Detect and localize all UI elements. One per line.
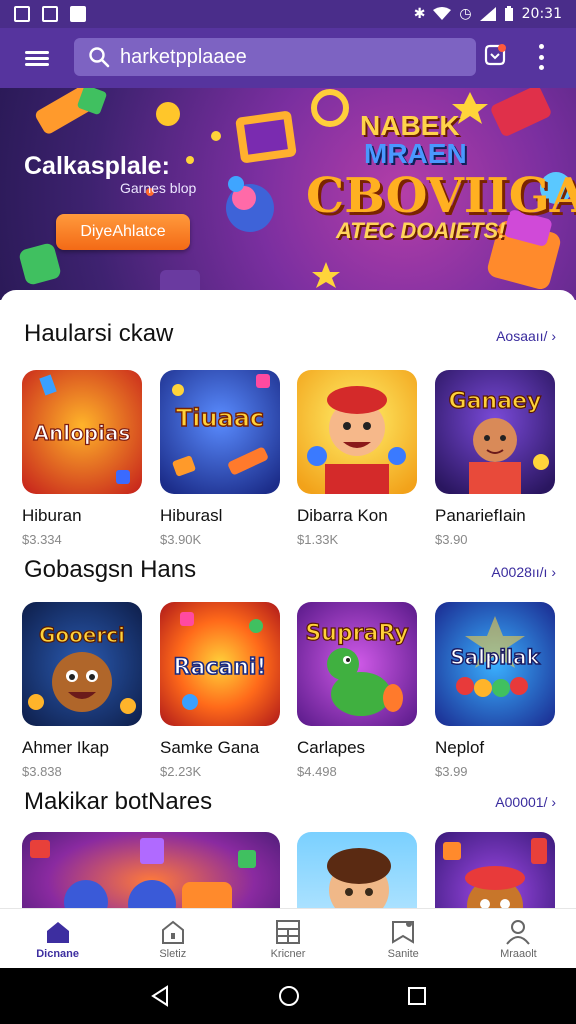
game-name: Dibarra Kon (297, 506, 388, 525)
home-icon (46, 921, 69, 943)
game-art-title: Racani! (174, 655, 267, 680)
game-tile-racani-icon: Racani! (160, 602, 280, 726)
game-art-title: Gooerci (39, 623, 125, 647)
system-icons: ✱ ◷ 20:31 (414, 6, 562, 22)
nav-item-bookmark[interactable]: Sanite (346, 909, 461, 968)
profile-icon (506, 919, 531, 945)
banner-logo-big: CBOVIIGAS (306, 168, 576, 224)
game-name: PanariefIain (435, 506, 526, 525)
game-art-title: Salpilak (450, 645, 540, 669)
banner-logo-small: ATEC DOAIETS! (336, 218, 506, 243)
grid-icon (276, 919, 300, 944)
game-art-title: Ganaey (449, 389, 542, 414)
section-title-1: Haularsi ckaw (24, 320, 174, 347)
game-art-title: SupraRy (305, 621, 408, 646)
bottom-navigation: Dicnane Sletiz Kricner Sanite Mraaolt (0, 908, 576, 968)
section-see-all-3[interactable]: A00001/ › (495, 794, 556, 810)
game-card[interactable] (435, 832, 557, 908)
game-price: $3.99 (435, 764, 468, 779)
game-card[interactable]: Ganaey PanariefIain $3.90 (435, 370, 557, 547)
photo-notification-icon (42, 6, 58, 22)
game-card[interactable]: Tiuaac Hiburasl $3.90K (160, 370, 282, 547)
game-name: Hiburan (22, 506, 82, 525)
search-icon (89, 47, 110, 68)
alarm-icon: ◷ (459, 6, 472, 22)
nav-label: Sanite (387, 947, 419, 960)
game-tile-space-icon (22, 832, 280, 908)
battery-icon (504, 6, 513, 21)
banner-logo-line2: MRAEN (364, 138, 467, 169)
banner-cta-button[interactable]: DiyeAhlatce (56, 214, 190, 250)
game-tile-cookie-icon: Gooerci (22, 602, 142, 726)
section-see-all-2[interactable]: A0028ıı/ı › (491, 564, 556, 580)
game-art-title: Anlopias (34, 421, 131, 445)
game-name: Hiburasl (160, 506, 223, 525)
game-tile-red-logo-icon: Anlopias (22, 370, 142, 494)
banner-title: Calkasplale: (24, 152, 170, 180)
game-price: $3.90 (435, 532, 468, 547)
app-bar: harketpplaaee (0, 28, 576, 88)
store-icon (161, 920, 184, 944)
signal-icon (479, 7, 496, 21)
gallery-notification-icon (14, 6, 30, 22)
game-name: Samke Gana (160, 738, 260, 757)
game-catalog: Haularsi ckaw Aosaaıı/ › Anlopias Hibura… (0, 290, 576, 908)
system-navigation-bar (0, 968, 576, 1024)
game-price: $1.33K (297, 532, 339, 547)
game-tile-candy-blue-icon: Tiuaac (160, 370, 280, 494)
status-time: 20:31 (521, 6, 562, 22)
game-tile-cartoon-boy-icon (297, 370, 417, 494)
game-tile-monster-icon (435, 832, 555, 908)
nav-item-store[interactable]: Sletiz (115, 909, 230, 968)
nav-item-home[interactable]: Dicnane (0, 909, 115, 968)
back-icon[interactable] (149, 985, 171, 1007)
game-card[interactable]: Racani! Samke Gana $2.23K (160, 602, 282, 779)
bluetooth-icon: ✱ (413, 6, 426, 22)
notification-icons (14, 6, 86, 22)
bookmark-icon (392, 920, 415, 944)
search-input[interactable]: harketpplaaee (120, 46, 247, 69)
game-card[interactable]: Dibarra Kon $1.33K (297, 370, 419, 547)
game-card[interactable]: SupraRy Carlapes $4.498 (297, 602, 419, 779)
game-tile-candy-pop-icon: Salpilak (435, 602, 555, 726)
home-circle-icon[interactable] (277, 984, 301, 1008)
section-title-3: Makikar botNares (24, 788, 213, 815)
more-options-icon[interactable] (534, 44, 548, 70)
notifications-icon[interactable] (482, 42, 508, 70)
game-price: $3.334 (22, 532, 62, 547)
game-card[interactable]: Gooerci Ahmer Ikap $3.838 (22, 602, 144, 779)
game-card[interactable]: Anlopias Hiburan $3.334 (22, 370, 144, 547)
nav-item-grid[interactable]: Kricner (230, 909, 345, 968)
nav-label: Sletiz (159, 947, 187, 960)
alert-notification-icon (70, 6, 86, 22)
game-card[interactable]: Salpilak Neplof $3.99 (435, 602, 557, 779)
promo-banner[interactable]: Calkasplale: Garnes blop DiyeAhlatce NAB… (0, 88, 576, 300)
game-price: $2.23K (160, 764, 202, 779)
menu-button[interactable] (0, 28, 74, 88)
hamburger-icon (25, 48, 49, 69)
game-card[interactable] (297, 832, 419, 908)
wifi-icon (433, 7, 452, 20)
game-tile-dino-icon: SupraRy (297, 602, 417, 726)
game-price: $4.498 (297, 764, 337, 779)
featured-game-card[interactable] (22, 832, 280, 908)
game-art-title: Tiuaac (176, 404, 264, 432)
status-bar: ✱ ◷ 20:31 (0, 0, 576, 28)
banner-subtitle: Garnes blop (120, 180, 197, 196)
game-tile-kid-purple-icon: Ganaey (435, 370, 555, 494)
nav-label: Kricner (270, 947, 306, 960)
game-name: Neplof (435, 738, 485, 757)
game-tile-portrait-icon (297, 832, 417, 908)
section-title-2: Gobasgsn Hans (24, 556, 197, 583)
nav-item-profile[interactable]: Mraaolt (461, 909, 576, 968)
game-name: Carlapes (297, 738, 366, 757)
section-see-all-1[interactable]: Aosaaıı/ › (496, 328, 556, 344)
game-price: $3.90K (160, 532, 202, 547)
search-bar[interactable]: harketpplaaee (74, 38, 476, 76)
nav-label: Dicnane (36, 947, 79, 960)
game-price: $3.838 (22, 764, 62, 779)
nav-label: Mraaolt (500, 947, 537, 960)
game-name: Ahmer Ikap (22, 738, 109, 757)
recents-icon[interactable] (407, 986, 427, 1006)
